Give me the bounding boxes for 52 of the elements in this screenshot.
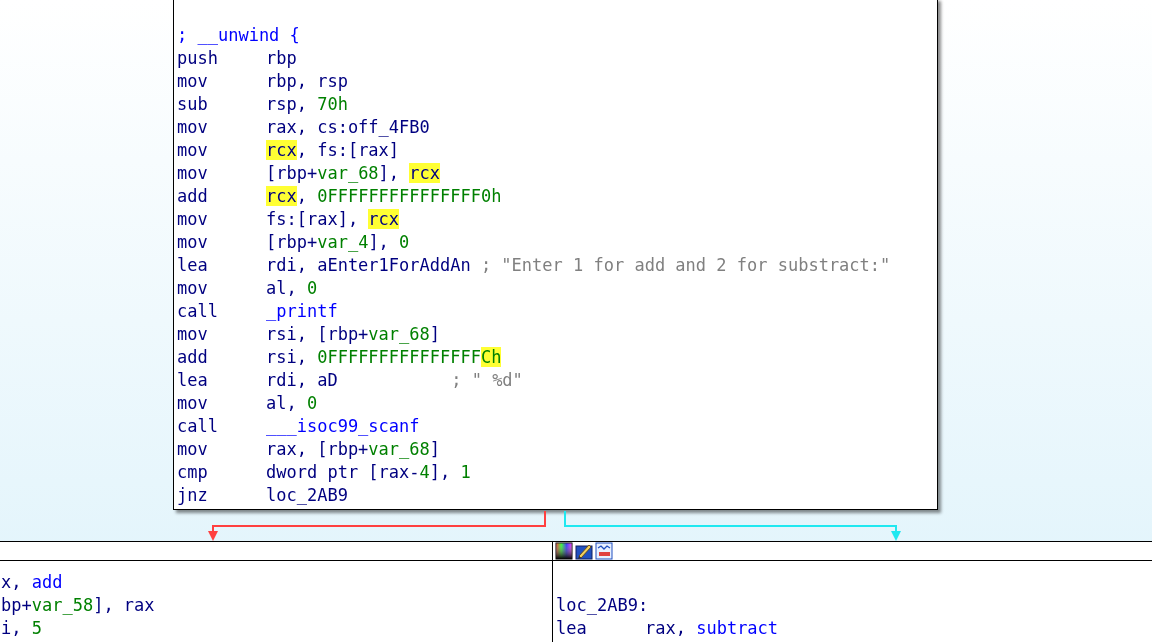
operands: rbp — [266, 47, 297, 70]
mnemonic: call — [177, 300, 219, 323]
mnemonic: mov — [177, 116, 209, 139]
operands: _printf — [266, 300, 338, 323]
operands: rax, subtract — [645, 617, 779, 640]
operands: x, add — [1, 571, 63, 594]
operands: [rbp+var_4], 0 — [266, 231, 410, 254]
mnemonic: push — [177, 47, 219, 70]
operands: i, 5 — [1, 617, 42, 640]
mnemonic: mov — [177, 438, 209, 461]
operands: al, 0 — [266, 277, 318, 300]
mnemonic: mov — [177, 277, 209, 300]
operands: fs:[rax], rcx — [266, 208, 400, 231]
mnemonic: mov — [177, 70, 209, 93]
operands: rsi, 0FFFFFFFFFFFFFFFCh — [266, 346, 502, 369]
mnemonic: mov — [177, 231, 209, 254]
operands: rsi, [rbp+var_68] — [266, 323, 441, 346]
mnemonic: lea — [177, 254, 209, 277]
mnemonic: add — [177, 346, 209, 369]
operands: bp+var_58], rax — [1, 594, 155, 617]
mnemonic: sub — [177, 93, 209, 116]
comment: ; "Enter 1 for add and 2 for substract:" — [480, 254, 891, 277]
operands: [rbp+var_68], rcx — [266, 162, 441, 185]
operands: rbp, rsp — [266, 70, 348, 93]
graph-icon[interactable] — [595, 542, 613, 560]
operands: rdi, aD — [266, 369, 339, 392]
mnemonic: call — [177, 415, 219, 438]
mnemonic: mov — [177, 392, 209, 415]
operands: loc_2AB9 — [266, 484, 348, 507]
pencil-icon[interactable] — [575, 542, 593, 560]
operands: rcx, 0FFFFFFFFFFFFFFF0h — [266, 185, 502, 208]
mnemonic: mov — [177, 139, 209, 162]
mnemonic: lea — [556, 617, 588, 640]
code-label: loc_2AB9: — [556, 594, 649, 617]
operands: rdi, aEnter1ForAddAn — [266, 254, 471, 277]
operands: rsp, 70h — [266, 93, 348, 116]
operands: al, 0 — [266, 392, 318, 415]
comment: ; __unwind { — [177, 24, 300, 47]
mnemonic: lea — [177, 369, 209, 392]
mnemonic: cmp — [177, 461, 209, 484]
mnemonic: jnz — [177, 484, 209, 507]
mnemonic: add — [177, 185, 209, 208]
comment: ; " %d" — [451, 369, 523, 392]
mnemonic: mov — [177, 323, 209, 346]
operands: rax, [rbp+var_68] — [266, 438, 441, 461]
operands: dword ptr [rax-4], 1 — [266, 461, 471, 484]
color-palette-icon[interactable] — [555, 542, 573, 560]
mnemonic: mov — [177, 208, 209, 231]
operands: rcx, fs:[rax] — [266, 139, 400, 162]
mnemonic: mov — [177, 162, 209, 185]
operands: ___isoc99_scanf — [266, 415, 420, 438]
operands: rax, cs:off_4FB0 — [266, 116, 430, 139]
